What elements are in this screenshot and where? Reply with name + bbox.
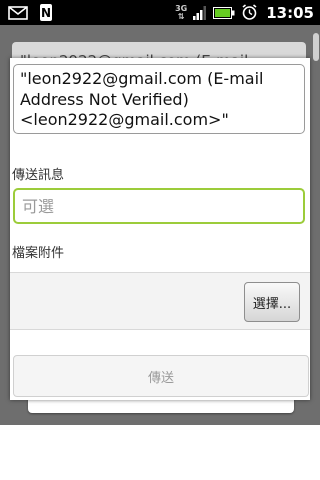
status-time: 13:05 [266,3,314,22]
signal-icon [193,5,207,20]
message-label: 傳送訊息 [12,168,65,183]
choose-file-button[interactable]: 選擇... [244,282,300,322]
recipient-text: "leon2922@gmail.com (E-mail Address Not … [20,69,264,129]
battery-icon [213,6,235,20]
send-file-dialog: "leon2922@gmail.com (E-mail Address Not … [10,58,310,400]
network-3g-icon: 3G ⇅ [175,3,188,21]
status-bar: N 3G ⇅ 13:05 [0,0,320,25]
background-scrollbar [313,33,319,61]
background-bottom-area [0,425,320,480]
send-button[interactable]: 傳送 [13,355,309,397]
mail-icon [8,5,28,20]
status-bar-system: 3G ⇅ 13:05 [175,2,314,23]
alarm-icon [241,4,258,21]
n-notification-icon: N [40,4,52,21]
attachment-label: 檔案附件 [12,246,65,261]
attachment-panel: 選擇... [10,272,310,330]
recipient-field[interactable]: "leon2922@gmail.com (E-mail Address Not … [13,64,305,134]
network-type-label: 3G [175,3,188,13]
message-input[interactable] [13,188,305,224]
status-bar-notifications: N [8,3,52,22]
